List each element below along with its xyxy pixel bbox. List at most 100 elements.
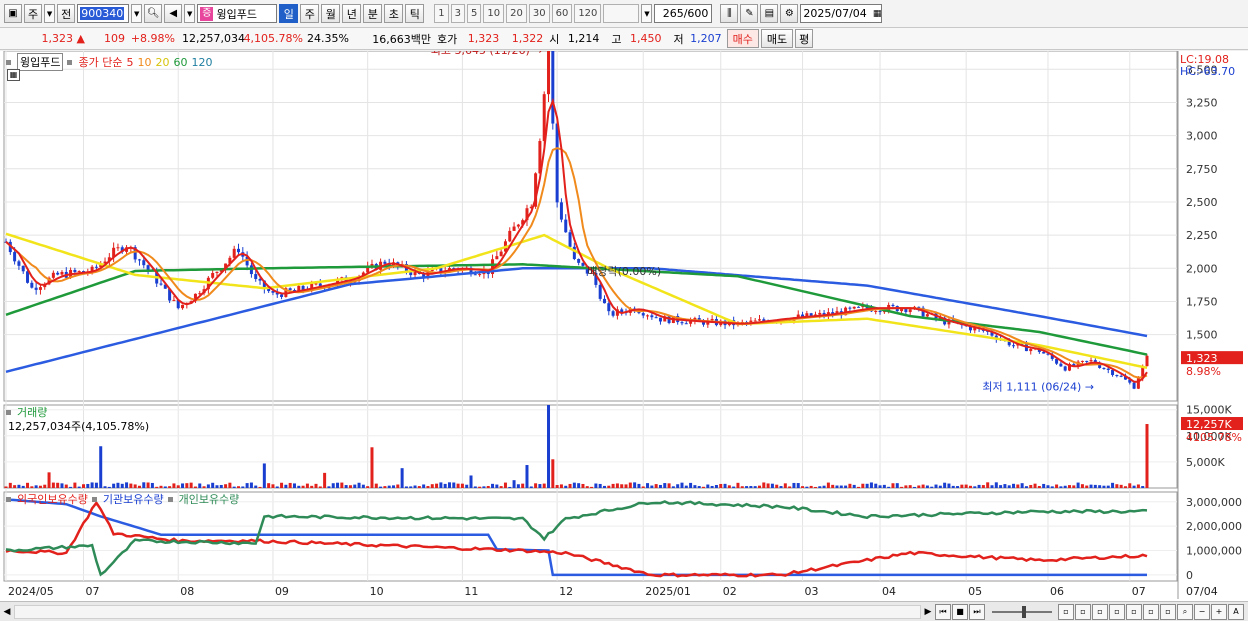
tool-icon-1[interactable]: ▫ [1058, 603, 1074, 620]
period-year[interactable]: 년 [342, 4, 362, 23]
volume-bar [564, 485, 568, 488]
code-dropdown-icon[interactable]: ▼ [131, 4, 143, 23]
tool-icon-2[interactable]: ▫ [1075, 603, 1091, 620]
volume-bar [129, 483, 133, 488]
stock-code-input[interactable]: 900340 [77, 4, 130, 23]
screen-icon[interactable]: ▣ [4, 4, 22, 23]
volume-bar [400, 468, 404, 488]
volume-bar [723, 483, 727, 488]
x-tick-label: 08 [180, 585, 194, 598]
volume-bar [353, 484, 357, 488]
interval-custom[interactable] [603, 4, 640, 23]
count-field[interactable]: 265/600 [654, 4, 713, 23]
font-size-icon[interactable]: A [1228, 603, 1244, 620]
interval-1[interactable]: 1 [434, 4, 449, 23]
volume-bar [318, 486, 322, 488]
speaker-icon[interactable]: ◀ [164, 4, 183, 23]
horizontal-scrollbar[interactable] [14, 604, 921, 619]
legend-close-ma[interactable]: 종가 단순 [78, 54, 122, 70]
interval-120[interactable]: 120 [574, 4, 602, 23]
candle-body [508, 230, 512, 242]
volume-bar [624, 484, 628, 488]
search-icon[interactable]: 🔍︎ [144, 4, 163, 23]
volume-bar [646, 483, 650, 488]
date-field[interactable]: 2025/07/04 ▦ [800, 4, 883, 23]
period-minute[interactable]: 분 [363, 4, 383, 23]
legend-individual[interactable]: 개인보유수량 [179, 491, 240, 507]
volume-bar [878, 485, 882, 488]
sell-button[interactable]: 매도 [760, 29, 794, 48]
volume-bar [1141, 486, 1145, 488]
legend-institution[interactable]: 기관보유수량 [103, 491, 164, 507]
interval-5[interactable]: 5 [467, 4, 482, 23]
candle-body [878, 311, 882, 313]
interval-30[interactable]: 30 [528, 4, 550, 23]
candle-body [757, 319, 761, 321]
candle-type-icon[interactable]: ⫼ [720, 4, 739, 23]
tool-icon-6[interactable]: ▫ [1143, 603, 1159, 620]
tool-icon-4[interactable]: ▫ [1109, 603, 1125, 620]
volume-bar [379, 486, 383, 488]
period-week[interactable]: 주 [300, 4, 320, 23]
save-icon[interactable]: ▤ [760, 4, 779, 23]
tool-icon-5[interactable]: ▫ [1126, 603, 1142, 620]
gear-icon[interactable]: ⚙ [780, 4, 799, 23]
scroll-left-icon[interactable]: ◀ [0, 604, 14, 620]
x-tick-label: 04 [882, 585, 896, 598]
volume-bar [26, 482, 30, 488]
prev-button[interactable]: 전 [57, 4, 76, 23]
stop-icon[interactable]: ■ [952, 603, 968, 620]
buy-button[interactable]: 매수 [726, 29, 759, 48]
zoom-out-icon[interactable]: − [1194, 603, 1210, 620]
volume-bar [73, 482, 77, 488]
candle-body [215, 271, 219, 273]
type-dropdown-icon[interactable]: ▼ [44, 4, 56, 23]
tool-icon-3[interactable]: ▫ [1092, 603, 1108, 620]
period-day[interactable]: 일 [279, 4, 299, 23]
speaker-dropdown-icon[interactable]: ▼ [184, 4, 196, 23]
volume-bar [366, 486, 370, 488]
x-tick-label: 11 [464, 585, 478, 598]
first-page-icon[interactable]: ⏮ [935, 603, 951, 620]
volume-bar [852, 484, 856, 488]
current-pct-tag-text: 8.98% [1186, 365, 1221, 378]
interval-10[interactable]: 10 [483, 4, 505, 23]
scroll-right-icon[interactable]: ▶ [921, 604, 935, 620]
candle-body [710, 318, 714, 321]
interval-3[interactable]: 3 [450, 4, 465, 23]
period-second[interactable]: 초 [384, 4, 404, 23]
period-month[interactable]: 월 [321, 4, 341, 23]
legend-foreign[interactable]: 외국인보유수량 [17, 491, 88, 507]
volume-bar [1085, 485, 1089, 488]
y-tick-label: 2,750 [1186, 163, 1218, 176]
calendar-icon[interactable]: ▦ [873, 9, 882, 19]
zoom-in-icon[interactable]: + [1211, 603, 1227, 620]
volume-bar [585, 486, 589, 488]
tool-icon-7[interactable]: ▫ [1160, 603, 1176, 620]
zoom-slider[interactable] [992, 605, 1052, 618]
period-tick[interactable]: 틱 [405, 4, 425, 23]
volume-bar [525, 465, 529, 488]
volume-bar [1037, 485, 1041, 488]
interval-dropdown-icon[interactable]: ▼ [641, 4, 653, 23]
ma5-line [5, 97, 1148, 383]
zoom-search-icon[interactable]: ⌕ [1177, 603, 1193, 620]
interval-60[interactable]: 60 [551, 4, 573, 23]
volume-bar [206, 484, 210, 488]
last-page-icon[interactable]: ⏭ [969, 603, 985, 620]
stock-chart[interactable]: 2024/05 07 08 09 10 11 12 2025/01 02 03 04 05 06 07 07… [0, 51, 1248, 601]
drawing-tool-icon[interactable]: ✎ [740, 4, 759, 23]
volume-bar [478, 486, 482, 488]
volume-ratio: 4,105.78% [243, 32, 303, 45]
volume-bar [90, 482, 94, 488]
volume-bar [663, 483, 667, 488]
eval-button[interactable]: 평 [795, 29, 814, 48]
y-tick-label: 5,000K [1186, 456, 1225, 469]
legend-stock-name[interactable]: 윙입푸드 [17, 53, 64, 71]
chart-area[interactable]: 2024/05 07 08 09 10 11 12 2025/01 02 03 04 05 06 07 07… [0, 51, 1248, 601]
volume-bar [228, 482, 232, 488]
interval-20[interactable]: 20 [506, 4, 527, 23]
table-icon[interactable]: ▦ [7, 69, 20, 81]
type-select[interactable]: 주 [24, 4, 43, 23]
legend-ma60: 60 [173, 55, 188, 69]
